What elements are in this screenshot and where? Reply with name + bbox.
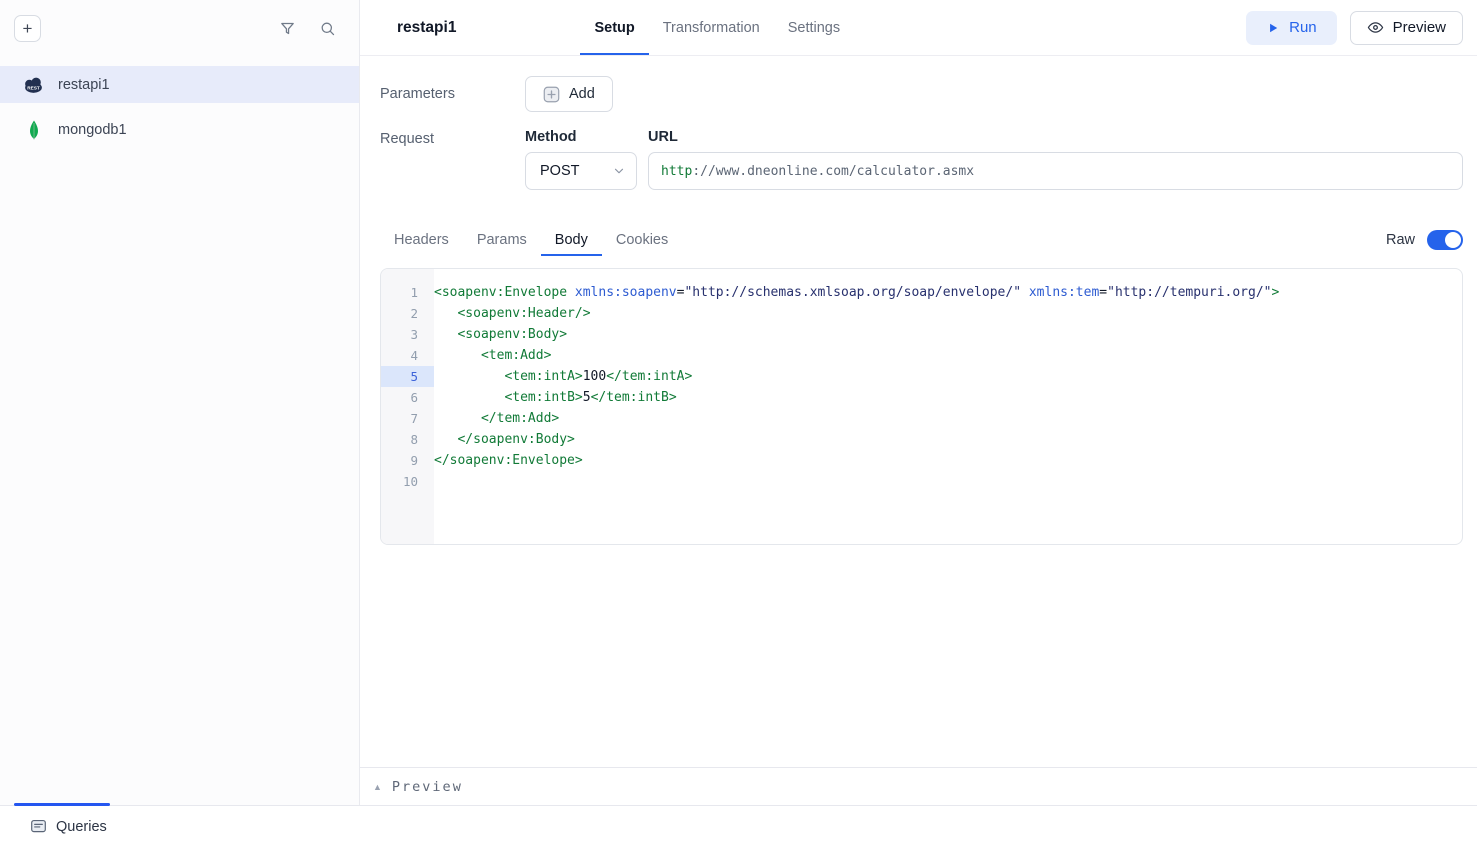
sidebar-item-label: mongodb1 xyxy=(58,122,127,138)
chevron-down-icon xyxy=(612,164,626,178)
queries-label: Queries xyxy=(56,819,107,835)
bottom-bar: Queries xyxy=(0,805,1477,847)
request-body-tabs: Headers Params Body Cookies Raw xyxy=(380,226,1463,256)
sidebar: + REST xyxy=(0,0,360,805)
code-line-content: </soapenv:Body> xyxy=(434,429,1462,450)
code-line-content: </tem:Add> xyxy=(434,408,1462,429)
code-line-content: <tem:Add> xyxy=(434,345,1462,366)
code-line[interactable]: 4 <tem:Add> xyxy=(381,345,1462,366)
run-button-label: Run xyxy=(1289,19,1317,36)
code-line-content: <soapenv:Header/> xyxy=(434,303,1462,324)
tab-params[interactable]: Params xyxy=(463,226,541,256)
code-line-content xyxy=(434,471,1462,492)
top-area: + REST xyxy=(0,0,1477,805)
line-number: 8 xyxy=(381,429,434,450)
code-line[interactable]: 5 <tem:intA>100</tem:intA> xyxy=(381,366,1462,387)
line-number: 9 xyxy=(381,450,434,471)
tab-headers[interactable]: Headers xyxy=(380,226,463,256)
tab-cookies[interactable]: Cookies xyxy=(602,226,682,256)
url-input[interactable]: http://www.dneonline.com/calculator.asmx xyxy=(648,152,1463,190)
parameters-row: Parameters Add xyxy=(380,76,1463,112)
code-line[interactable]: 1<soapenv:Envelope xmlns:soapenv="http:/… xyxy=(381,282,1462,303)
main-panel: restapi1 Setup Transformation Settings R… xyxy=(360,0,1477,805)
line-number: 3 xyxy=(381,324,434,345)
line-number: 5 xyxy=(381,366,434,387)
tab-setup[interactable]: Setup xyxy=(580,0,648,55)
preview-panel-header[interactable]: ▲ Preview xyxy=(360,767,1477,805)
code-line-content: <soapenv:Envelope xmlns:soapenv="http://… xyxy=(434,282,1462,303)
plus-square-icon xyxy=(543,86,560,103)
url-remainder-text: ://www.dneonline.com/calculator.asmx xyxy=(692,164,974,179)
url-scheme-text: http xyxy=(661,164,692,179)
rest-api-icon: REST xyxy=(22,76,45,94)
run-button[interactable]: Run xyxy=(1246,11,1337,45)
line-number: 1 xyxy=(381,282,434,303)
code-line[interactable]: 10 xyxy=(381,471,1462,492)
sidebar-item-restapi1[interactable]: REST restapi1 xyxy=(0,66,359,103)
line-number: 2 xyxy=(381,303,434,324)
code-editor[interactable]: 1<soapenv:Envelope xmlns:soapenv="http:/… xyxy=(380,268,1463,545)
tab-settings[interactable]: Settings xyxy=(774,0,854,55)
method-label: Method xyxy=(525,129,637,145)
queries-icon xyxy=(30,818,47,835)
search-icon[interactable] xyxy=(317,18,337,38)
request-label: Request xyxy=(380,131,525,147)
new-query-button[interactable]: + xyxy=(14,15,41,42)
preview-button[interactable]: Preview xyxy=(1350,11,1463,45)
code-line[interactable]: 3 <soapenv:Body> xyxy=(381,324,1462,345)
mongodb-icon xyxy=(22,120,45,140)
sidebar-header: + xyxy=(0,0,359,56)
parameters-label: Parameters xyxy=(380,86,525,102)
code-line-content: </soapenv:Envelope> xyxy=(434,450,1462,471)
sidebar-item-label: restapi1 xyxy=(58,77,110,93)
tab-queries[interactable]: Queries xyxy=(30,818,107,835)
add-button-label: Add xyxy=(569,86,595,102)
code-line[interactable]: 9</soapenv:Envelope> xyxy=(381,450,1462,471)
code-line[interactable]: 7 </tem:Add> xyxy=(381,408,1462,429)
line-number: 4 xyxy=(381,345,434,366)
code-line-content: <tem:intA>100</tem:intA> xyxy=(434,366,1462,387)
raw-toggle[interactable] xyxy=(1427,230,1463,250)
sidebar-item-mongodb1[interactable]: mongodb1 xyxy=(0,111,359,148)
collapse-arrow-icon: ▲ xyxy=(373,782,382,792)
main-header: restapi1 Setup Transformation Settings R… xyxy=(360,0,1477,56)
header-actions: Run Preview xyxy=(1246,11,1463,45)
tab-body[interactable]: Body xyxy=(541,226,602,256)
preview-button-label: Preview xyxy=(1393,19,1446,36)
filter-icon[interactable] xyxy=(277,18,297,38)
add-parameter-button[interactable]: Add xyxy=(525,76,613,112)
code-line-content: <soapenv:Body> xyxy=(434,324,1462,345)
method-value: POST xyxy=(540,163,579,179)
tab-transformation[interactable]: Transformation xyxy=(649,0,774,55)
active-tab-indicator xyxy=(14,803,110,806)
query-list: REST restapi1 mongodb1 xyxy=(0,56,359,148)
main-tabs: Setup Transformation Settings xyxy=(580,0,854,55)
svg-text:REST: REST xyxy=(27,85,40,90)
code-line-content: <tem:intB>5</tem:intB> xyxy=(434,387,1462,408)
play-icon xyxy=(1266,21,1280,35)
url-label: URL xyxy=(648,129,1463,145)
raw-label: Raw xyxy=(1386,232,1415,248)
code-editor-lines: 1<soapenv:Envelope xmlns:soapenv="http:/… xyxy=(381,269,1462,492)
line-number: 7 xyxy=(381,408,434,429)
app: + REST xyxy=(0,0,1477,847)
code-line[interactable]: 2 <soapenv:Header/> xyxy=(381,303,1462,324)
code-line[interactable]: 6 <tem:intB>5</tem:intB> xyxy=(381,387,1462,408)
eye-icon xyxy=(1367,19,1384,36)
request-row: Request Method POST URL http: xyxy=(380,129,1463,190)
method-field: Method POST xyxy=(525,129,637,190)
preview-panel-label: Preview xyxy=(392,779,463,795)
line-number: 6 xyxy=(381,387,434,408)
code-line[interactable]: 8 </soapenv:Body> xyxy=(381,429,1462,450)
line-number: 10 xyxy=(381,471,434,492)
raw-toggle-group: Raw xyxy=(1386,230,1463,256)
query-title: restapi1 xyxy=(397,19,456,37)
setup-content: Parameters Add Request Method POST xyxy=(360,56,1477,767)
url-field: URL http://www.dneonline.com/calculator.… xyxy=(648,129,1463,190)
method-select[interactable]: POST xyxy=(525,152,637,190)
